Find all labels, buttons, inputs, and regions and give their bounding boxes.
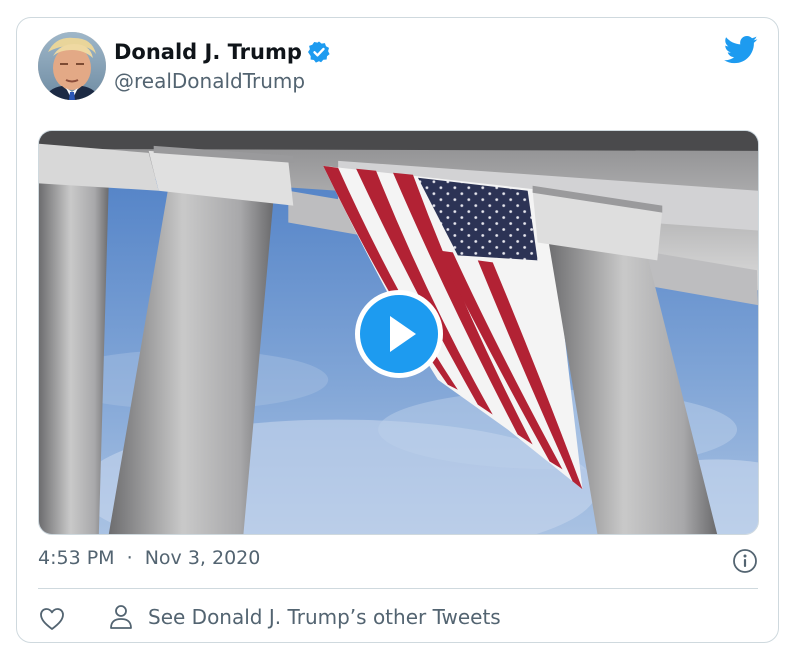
divider <box>38 588 758 589</box>
timestamp-separator: · <box>126 547 133 569</box>
twitter-bird-icon[interactable] <box>723 35 758 65</box>
verified-badge-icon <box>307 40 331 64</box>
person-icon <box>109 604 133 630</box>
video-player[interactable] <box>38 130 759 535</box>
tweet-time: 4:53 PM <box>38 547 115 569</box>
info-icon[interactable] <box>732 548 758 574</box>
tweet-card: Donald J. Trump @realDonaldTrump 4:53 PM… <box>16 17 779 643</box>
author-name[interactable]: Donald J. Trump <box>114 40 331 64</box>
see-other-tweets-label: See Donald J. Trump’s other Tweets <box>148 605 501 629</box>
avatar-image <box>38 32 106 100</box>
author-handle[interactable]: @realDonaldTrump <box>114 69 305 93</box>
tweet-timestamp[interactable]: 4:53 PM · Nov 3, 2020 <box>38 547 260 569</box>
author-name-text: Donald J. Trump <box>114 40 302 64</box>
heart-icon[interactable] <box>39 607 65 631</box>
tweet-date: Nov 3, 2020 <box>144 547 261 569</box>
see-other-tweets-link[interactable]: See Donald J. Trump’s other Tweets <box>109 604 501 630</box>
play-icon <box>390 316 416 352</box>
avatar[interactable] <box>38 32 106 100</box>
play-button[interactable] <box>355 290 443 378</box>
